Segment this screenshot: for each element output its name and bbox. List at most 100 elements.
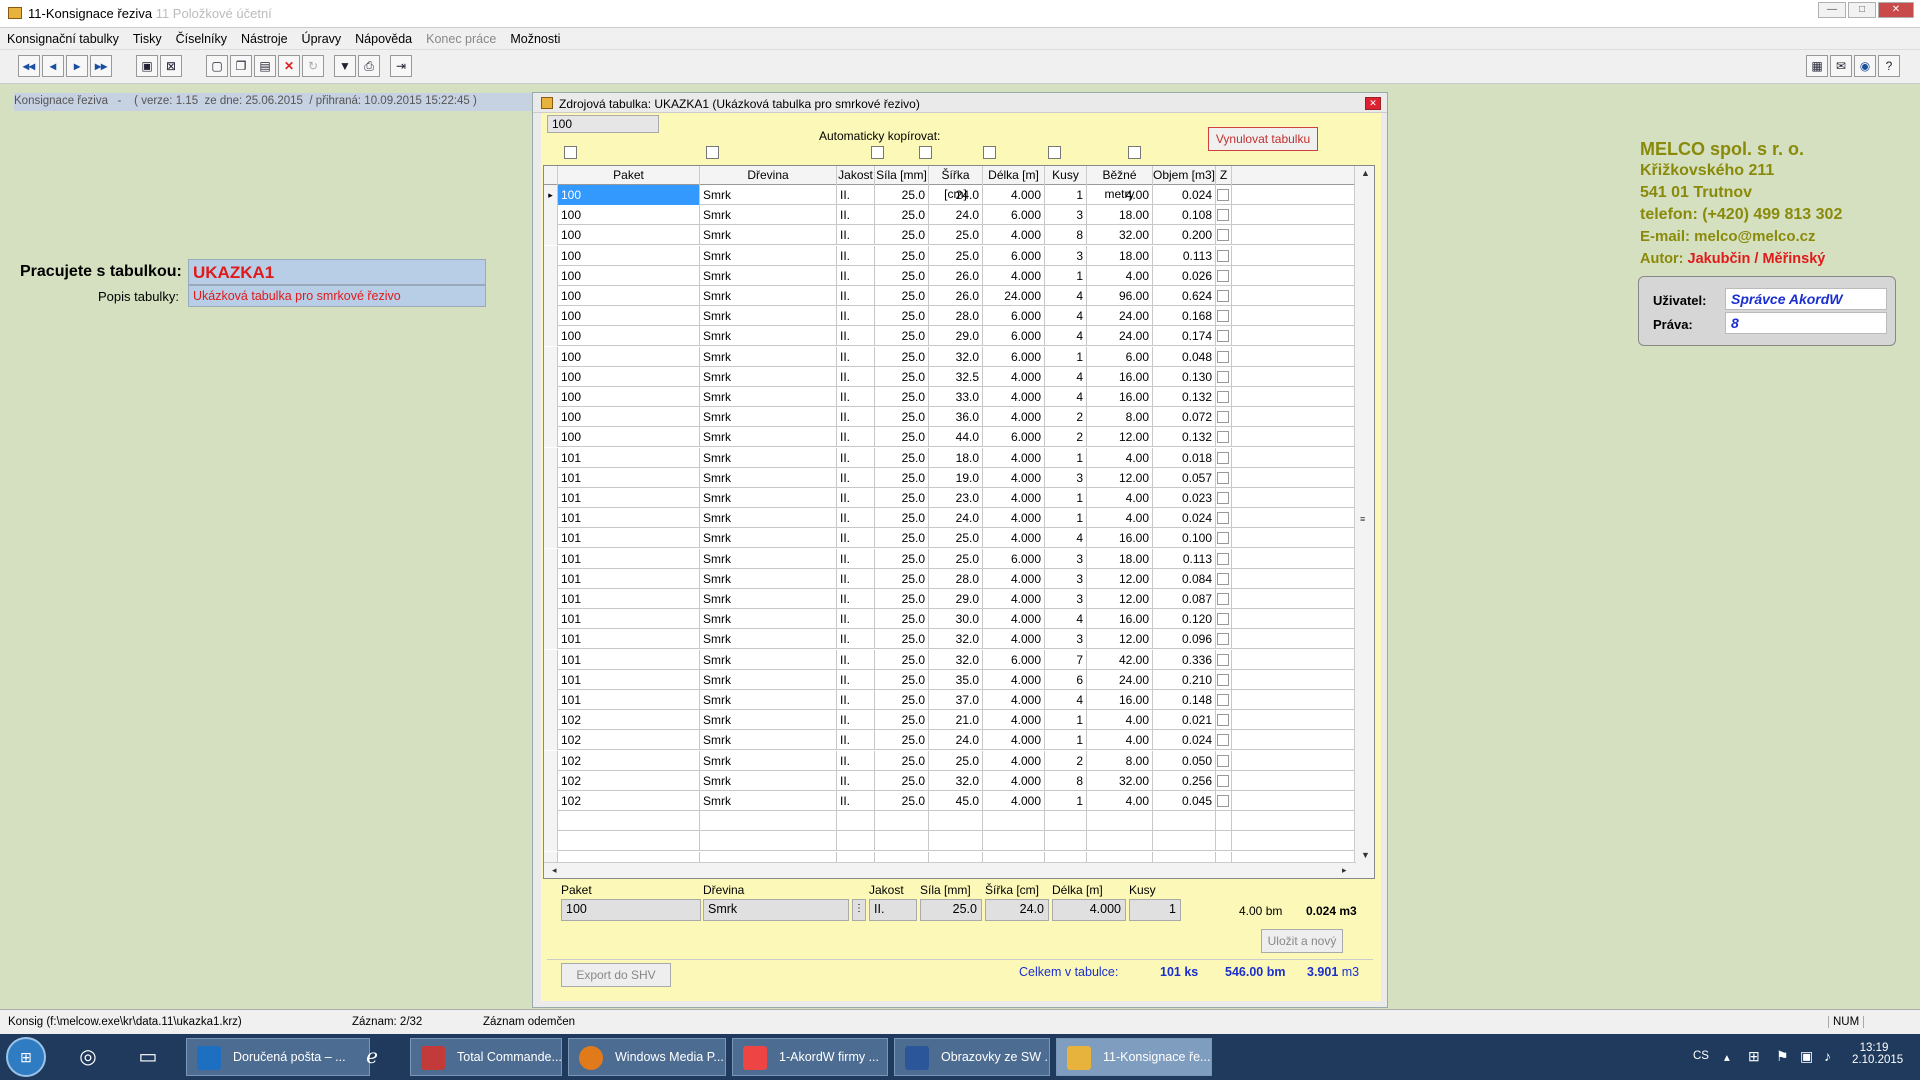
table-cell[interactable]: 4	[1045, 366, 1087, 387]
table-cell[interactable]	[837, 831, 875, 852]
table-row[interactable]	[544, 831, 1354, 852]
column-header-6[interactable]: Kusy	[1045, 166, 1087, 185]
table-cell[interactable]: 100	[558, 326, 700, 347]
clock[interactable]: 13:19 2.10.2015	[1852, 1042, 1903, 1066]
table-cell[interactable]: 25.0	[875, 528, 929, 549]
column-header-5[interactable]: Délka [m]	[983, 166, 1045, 185]
scroll-left-icon[interactable]: ◂	[552, 865, 557, 876]
table-cell[interactable]: Smrk	[700, 286, 837, 306]
scroll-thumb-icon[interactable]: ≡	[1360, 514, 1365, 524]
vertical-scrollbar[interactable]: ▲ ≡ ▼	[1354, 166, 1374, 878]
column-header-8[interactable]: Objem [m3]	[1153, 166, 1216, 185]
table-cell[interactable]: 102	[558, 750, 700, 771]
row-indicator[interactable]	[544, 609, 558, 630]
table-cell[interactable]: 25.0	[875, 770, 929, 791]
table-cell[interactable]: 102	[558, 710, 700, 731]
table-cell[interactable]: 12.00	[1087, 589, 1153, 609]
table-cell[interactable]: 23.0	[929, 488, 983, 508]
row-indicator[interactable]	[544, 589, 558, 609]
table-cell[interactable]: II.	[837, 346, 875, 367]
table-cell[interactable]: 96.00	[1087, 286, 1153, 306]
table-cell[interactable]: Smrk	[700, 407, 837, 428]
row-indicator[interactable]	[544, 306, 558, 327]
table-cell[interactable]: 6.000	[983, 649, 1045, 670]
table-row[interactable]: 101 Smrk II. 25.0 24.0 4.000 1 4.00 0.024	[544, 508, 1354, 529]
table-cell[interactable]	[875, 811, 929, 832]
table-cell[interactable]	[1045, 811, 1087, 832]
row-indicator[interactable]	[544, 750, 558, 771]
z-checkbox[interactable]	[1217, 451, 1229, 464]
table-cell[interactable]: 16.00	[1087, 387, 1153, 407]
table-cell[interactable]: 18.0	[929, 447, 983, 468]
auto-copy-sirka-checkbox[interactable]	[983, 146, 996, 159]
source-filter-input[interactable]: 100	[547, 115, 659, 133]
table-row[interactable]: 101 Smrk II. 25.0 18.0 4.000 1 4.00 0.018	[544, 447, 1354, 468]
table-cell[interactable]: 1	[1045, 791, 1087, 811]
table-cell[interactable]: 3	[1045, 568, 1087, 589]
table-cell[interactable]: 101	[558, 528, 700, 549]
row-indicator[interactable]	[544, 791, 558, 811]
table-cell[interactable]: Smrk	[700, 710, 837, 731]
table-cell[interactable]: II.	[837, 488, 875, 508]
table-row[interactable]: 100 Smrk II. 25.0 36.0 4.000 2 8.00 0.072	[544, 407, 1354, 428]
table-cell[interactable]: 2	[1045, 750, 1087, 771]
table-cell[interactable]: Smrk	[700, 366, 837, 387]
column-header-2[interactable]: Jakost	[837, 166, 875, 185]
table-cell[interactable]: II.	[837, 690, 875, 710]
table-cell[interactable]: 0.057	[1153, 467, 1216, 488]
table-cell[interactable]: 25.0	[929, 750, 983, 771]
table-cell[interactable]: Smrk	[700, 649, 837, 670]
table-cell[interactable]: II.	[837, 265, 875, 286]
table-cell[interactable]: 100	[558, 366, 700, 387]
table-cell[interactable]: 35.0	[929, 669, 983, 690]
table-cell[interactable]: 4	[1045, 609, 1087, 630]
menu-item-5[interactable]: Nápověda	[348, 28, 419, 46]
windows-flag-icon[interactable]: ⊞	[1748, 1048, 1760, 1065]
table-cell[interactable]: 1	[1045, 730, 1087, 751]
table-cell[interactable]: 4.00	[1087, 185, 1153, 205]
row-indicator[interactable]	[544, 387, 558, 407]
table-cell[interactable]: 0.096	[1153, 629, 1216, 650]
table-cell[interactable]: 25.0	[875, 730, 929, 751]
table-row[interactable]: 100 Smrk II. 25.0 44.0 6.000 2 12.00 0.132	[544, 427, 1354, 448]
table-row[interactable]: ▸ 100 Smrk II. 25.0 24.0 4.000 1 4.00 0.024	[544, 185, 1354, 205]
menu-item-1[interactable]: Tisky	[126, 28, 169, 46]
table-cell[interactable]: 25.0	[875, 265, 929, 286]
z-checkbox[interactable]	[1217, 795, 1229, 807]
z-checkbox[interactable]	[1217, 471, 1229, 484]
table-cell[interactable]: 4.000	[983, 791, 1045, 811]
table-row[interactable]: 101 Smrk II. 25.0 37.0 4.000 4 16.00 0.148	[544, 690, 1354, 710]
table-row[interactable]: 101 Smrk II. 25.0 32.0 6.000 7 42.00 0.336	[544, 649, 1354, 670]
table-cell[interactable]: 25.0	[875, 568, 929, 589]
table-cell[interactable]: 101	[558, 568, 700, 589]
scroll-up-icon[interactable]: ▲	[1361, 168, 1370, 178]
help-icon[interactable]: ?	[1878, 55, 1900, 77]
table-cell[interactable]: Smrk	[700, 629, 837, 650]
table-cell[interactable]: Smrk	[700, 690, 837, 710]
table-cell[interactable]: 101	[558, 669, 700, 690]
table-cell[interactable]: 100	[558, 245, 700, 266]
table-cell[interactable]: 0.024	[1153, 730, 1216, 751]
table-cell[interactable]: 0.024	[1153, 185, 1216, 205]
table-cell[interactable]: Smrk	[700, 791, 837, 811]
edit-paket-input[interactable]: 100	[561, 899, 701, 921]
table-cell[interactable]: 25.0	[929, 548, 983, 569]
z-checkbox[interactable]	[1217, 714, 1229, 727]
row-indicator[interactable]	[544, 407, 558, 428]
table-row[interactable]: 100 Smrk II. 25.0 26.0 4.000 1 4.00 0.026	[544, 265, 1354, 286]
row-indicator[interactable]	[544, 690, 558, 710]
table-cell[interactable]: 101	[558, 548, 700, 569]
z-checkbox[interactable]	[1217, 754, 1229, 767]
table-cell[interactable]: 101	[558, 609, 700, 630]
table-cell[interactable]: 25.0	[875, 791, 929, 811]
column-header-9[interactable]: Z	[1216, 166, 1232, 185]
table-cell[interactable]: 0.132	[1153, 427, 1216, 448]
z-checkbox[interactable]	[1217, 532, 1229, 545]
table-cell[interactable]: II.	[837, 326, 875, 347]
table-cell[interactable]: 4	[1045, 528, 1087, 549]
table-cell[interactable]: 26.0	[929, 265, 983, 286]
print-icon[interactable]: ⎙	[358, 55, 380, 77]
table-cell[interactable]: 4.000	[983, 589, 1045, 609]
table-row[interactable]: 100 Smrk II. 25.0 25.0 4.000 8 32.00 0.200	[544, 225, 1354, 246]
z-checkbox[interactable]	[1217, 411, 1229, 424]
